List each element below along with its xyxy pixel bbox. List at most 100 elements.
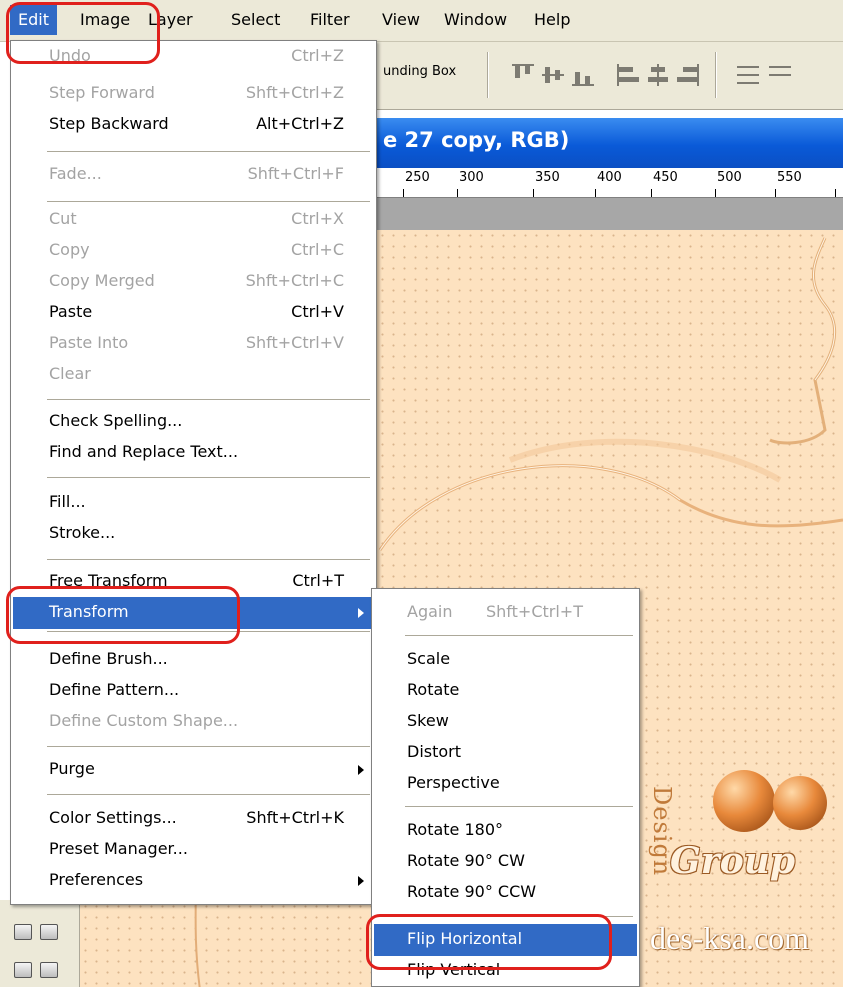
menu-item-label: Clear xyxy=(49,364,91,383)
submenu-item-skew[interactable]: Skew xyxy=(374,706,637,738)
submenu-item-label: Skew xyxy=(407,711,449,730)
quickmask-mode-icon[interactable] xyxy=(40,924,58,940)
menu-filter[interactable]: Filter xyxy=(302,5,358,35)
submenu-item-label: Flip Vertical xyxy=(407,960,501,979)
menu-item-preferences[interactable]: Preferences xyxy=(13,865,374,897)
menu-item-color-settings[interactable]: Color Settings... Shft+Ctrl+K xyxy=(13,803,374,835)
ruler-label: 300 xyxy=(459,170,484,185)
submenu-item-perspective[interactable]: Perspective xyxy=(374,768,637,800)
menu-item-check-spelling[interactable]: Check Spelling... xyxy=(13,406,374,438)
align-vcenter-icon[interactable] xyxy=(540,62,566,88)
submenu-item-again[interactable]: Again Shft+Ctrl+T xyxy=(374,597,637,629)
menu-item-label: Check Spelling... xyxy=(49,411,183,430)
menu-item-step-forward[interactable]: Step Forward Shft+Ctrl+Z xyxy=(13,78,374,110)
menu-item-paste-into[interactable]: Paste Into Shft+Ctrl+V xyxy=(13,328,374,360)
menu-item-copy[interactable]: Copy Ctrl+C xyxy=(13,235,374,267)
menu-item-transform[interactable]: Transform xyxy=(13,597,374,629)
menu-item-label: Step Backward xyxy=(49,114,169,133)
ruler-label: 550 xyxy=(777,170,802,185)
submenu-item-label: Rotate xyxy=(407,680,460,699)
menu-help[interactable]: Help xyxy=(526,5,578,35)
align-bottom-icon[interactable] xyxy=(570,62,596,88)
menu-item-purge[interactable]: Purge xyxy=(13,754,374,786)
menu-item-label: Paste xyxy=(49,302,93,321)
menu-item-define-pattern[interactable]: Define Pattern... xyxy=(13,675,374,707)
menu-item-shortcut: Alt+Ctrl+Z xyxy=(256,114,344,133)
submenu-item-label: Again xyxy=(407,602,453,621)
menu-edit[interactable]: Edit xyxy=(10,5,57,35)
menu-item-label: Purge xyxy=(49,759,95,778)
submenu-arrow-icon xyxy=(358,876,364,886)
menu-item-label: Preferences xyxy=(49,870,144,889)
menu-window[interactable]: Window xyxy=(436,5,515,35)
submenu-item-label: Scale xyxy=(407,649,451,668)
menu-item-undo[interactable]: Undo Ctrl+Z xyxy=(13,41,374,73)
canvas-border-strip xyxy=(375,198,843,230)
menu-item-step-backward[interactable]: Step Backward Alt+Ctrl+Z xyxy=(13,109,374,141)
menu-separator xyxy=(47,631,370,633)
align-left-icon[interactable] xyxy=(615,62,641,88)
menu-item-find-replace[interactable]: Find and Replace Text... xyxy=(13,437,374,469)
imageready-icon[interactable] xyxy=(40,962,58,978)
watermark-group-text: Group xyxy=(670,840,796,882)
menu-layer[interactable]: Layer xyxy=(140,5,201,35)
menu-item-define-custom-shape[interactable]: Define Custom Shape... xyxy=(13,706,374,738)
menu-item-label: Copy Merged xyxy=(49,271,155,290)
align-hcenter-icon[interactable] xyxy=(645,62,671,88)
menu-item-paste[interactable]: Paste Ctrl+V xyxy=(13,297,374,329)
menu-item-label: Fill... xyxy=(49,492,86,511)
distribute-top-icon[interactable] xyxy=(735,62,761,88)
align-top-icon[interactable] xyxy=(510,62,536,88)
submenu-item-rotate-90-ccw[interactable]: Rotate 90° CCW xyxy=(374,877,637,909)
submenu-item-distort[interactable]: Distort xyxy=(374,737,637,769)
submenu-item-label: Rotate 90° CCW xyxy=(407,882,537,901)
document-title-bar: e 27 copy, RGB) xyxy=(375,118,843,168)
ruler-label: 500 xyxy=(717,170,742,185)
menu-item-stroke[interactable]: Stroke... xyxy=(13,518,374,550)
menu-item-copy-merged[interactable]: Copy Merged Shft+Ctrl+C xyxy=(13,266,374,298)
submenu-item-rotate[interactable]: Rotate xyxy=(374,675,637,707)
menu-item-shortcut: Ctrl+X xyxy=(291,209,344,228)
menu-item-define-brush[interactable]: Define Brush... xyxy=(13,644,374,676)
submenu-item-scale[interactable]: Scale xyxy=(374,644,637,676)
submenu-item-rotate-180[interactable]: Rotate 180° xyxy=(374,815,637,847)
menu-item-label: Color Settings... xyxy=(49,808,177,827)
menu-item-fade[interactable]: Fade... Shft+Ctrl+F xyxy=(13,159,374,191)
menu-item-label: Stroke... xyxy=(49,523,116,542)
menu-item-shortcut: Shft+Ctrl+C xyxy=(245,271,344,290)
menu-item-shortcut: Shft+Ctrl+V xyxy=(245,333,344,352)
ruler-label: 350 xyxy=(535,170,560,185)
menu-select[interactable]: Select xyxy=(223,5,288,35)
menu-item-label: Define Pattern... xyxy=(49,680,180,699)
menu-item-label: Free Transform xyxy=(49,571,168,590)
jump-to-icon[interactable] xyxy=(14,962,32,978)
menu-item-shortcut: Ctrl+Z xyxy=(291,46,344,65)
submenu-item-flip-vertical[interactable]: Flip Vertical xyxy=(374,955,637,987)
menu-separator xyxy=(47,399,370,401)
menu-item-clear[interactable]: Clear xyxy=(13,359,374,391)
align-right-icon[interactable] xyxy=(675,62,701,88)
menu-item-fill[interactable]: Fill... xyxy=(13,487,374,519)
menu-item-shortcut: Shft+Ctrl+K xyxy=(246,808,344,827)
submenu-item-rotate-90-cw[interactable]: Rotate 90° CW xyxy=(374,846,637,878)
menu-item-label: Step Forward xyxy=(49,83,155,102)
menu-separator xyxy=(47,201,370,203)
menu-item-preset-manager[interactable]: Preset Manager... xyxy=(13,834,374,866)
menu-item-cut[interactable]: Cut Ctrl+X xyxy=(13,204,374,236)
submenu-item-label: Rotate 180° xyxy=(407,820,504,839)
menu-item-shortcut: Ctrl+T xyxy=(292,571,344,590)
menu-image[interactable]: Image xyxy=(72,5,138,35)
ruler-label: 250 xyxy=(405,170,430,185)
watermark-ball-icon xyxy=(773,776,827,830)
transform-submenu: Again Shft+Ctrl+T Scale Rotate Skew Dist… xyxy=(371,588,640,987)
distribute-center-icon[interactable] xyxy=(767,62,793,88)
submenu-arrow-icon xyxy=(358,608,364,618)
bounding-box-label[interactable]: unding Box xyxy=(383,64,456,79)
menu-item-label: Paste Into xyxy=(49,333,129,352)
standard-mode-icon[interactable] xyxy=(14,924,32,940)
submenu-item-flip-horizontal[interactable]: Flip Horizontal xyxy=(374,924,637,956)
menu-item-label: Find and Replace Text... xyxy=(49,442,239,461)
menu-item-free-transform[interactable]: Free Transform Ctrl+T xyxy=(13,566,374,598)
menu-view[interactable]: View xyxy=(374,5,428,35)
toolbar-separator xyxy=(715,52,717,98)
